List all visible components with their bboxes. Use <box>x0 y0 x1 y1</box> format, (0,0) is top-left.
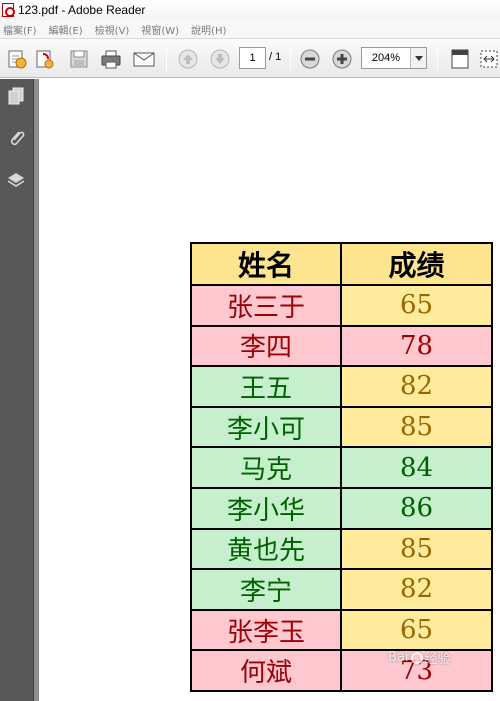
table-row: 李小可 85 <box>190 405 493 449</box>
menu-edit[interactable]: 編輯(E) <box>49 22 83 37</box>
table-row: 李四 78 <box>190 324 493 368</box>
email-icon <box>133 52 155 67</box>
layers-icon <box>7 173 25 187</box>
fit-page-button[interactable] <box>447 46 473 72</box>
print-icon <box>101 50 121 69</box>
header-score: 成绩 <box>340 242 493 286</box>
fit-width-icon <box>480 50 498 68</box>
title-bar: 123.pdf - Adobe Reader <box>0 0 500 20</box>
paperclip-icon <box>10 131 25 146</box>
toolbar-separator <box>290 47 291 71</box>
name-cell: 李小华 <box>190 486 342 530</box>
score-cell: 85 <box>340 405 493 449</box>
arrow-up-icon <box>178 49 198 69</box>
share-button[interactable] <box>32 46 58 72</box>
table-row: 李小华 86 <box>190 486 493 530</box>
score-cell: 78 <box>340 324 493 368</box>
score-cell: 65 <box>340 284 493 327</box>
chevron-down-icon[interactable] <box>410 48 426 68</box>
paw-icon <box>410 651 423 664</box>
navigation-pane <box>0 79 33 701</box>
arrow-down-icon <box>210 49 230 69</box>
toolbar-separator <box>166 47 167 71</box>
create-pdf-button[interactable] <box>4 46 30 72</box>
watermark-text-2: 经验 <box>424 652 451 667</box>
previous-page-button[interactable] <box>175 46 201 72</box>
email-button[interactable] <box>131 46 157 72</box>
pdf-file-icon <box>2 3 15 17</box>
minus-circle-icon <box>300 49 320 69</box>
fit-page-icon <box>451 49 469 69</box>
grades-table: 姓名 成绩 张三于 65 李四 78 王五 82 李小可 85 马克 84 李小… <box>190 242 493 692</box>
table-row: 李宁 82 <box>190 568 493 611</box>
page-total-label: / 1 <box>269 51 282 63</box>
menu-view[interactable]: 檢視(V) <box>95 22 130 37</box>
name-cell: 张三于 <box>190 284 342 327</box>
pages-icon <box>8 87 24 105</box>
print-button[interactable] <box>98 46 124 72</box>
score-cell: 82 <box>340 365 493 408</box>
score-cell: 65 <box>340 608 493 652</box>
table-row: 王五 82 <box>190 365 493 408</box>
next-page-button[interactable] <box>207 46 233 72</box>
layers-panel-button[interactable] <box>5 169 27 191</box>
score-cell: 84 <box>340 446 493 489</box>
window-title: 123.pdf - Adobe Reader <box>18 3 146 17</box>
attachments-panel-button[interactable] <box>5 127 27 149</box>
name-cell: 何斌 <box>190 649 342 692</box>
name-cell: 王五 <box>190 365 342 408</box>
zoom-out-button[interactable] <box>297 46 323 72</box>
pages-panel-button[interactable] <box>5 85 27 107</box>
save-button[interactable] <box>66 46 92 72</box>
menu-file[interactable]: 檔案(F) <box>3 22 37 37</box>
table-header-row: 姓名 成绩 <box>190 242 493 286</box>
zoom-select[interactable]: 204% <box>361 47 427 69</box>
watermark: Bai 经验 <box>388 648 451 667</box>
zoom-value: 204% <box>371 52 401 64</box>
name-cell: 李四 <box>190 324 342 368</box>
toolbar-separator <box>437 47 438 71</box>
table-row: 黄也先 85 <box>190 527 493 571</box>
menu-help[interactable]: 說明(H) <box>191 22 226 37</box>
plus-circle-icon <box>332 49 352 69</box>
zoom-in-button[interactable] <box>329 46 355 72</box>
name-cell: 李宁 <box>190 568 342 611</box>
name-cell: 张李玉 <box>190 608 342 652</box>
table-row: 马克 84 <box>190 446 493 489</box>
table-row: 张李玉 65 <box>190 608 493 652</box>
name-cell: 马克 <box>190 446 342 489</box>
menu-window[interactable]: 視窗(W) <box>141 22 179 37</box>
score-cell: 82 <box>340 568 493 611</box>
score-cell: 85 <box>340 527 493 571</box>
header-name: 姓名 <box>190 242 342 286</box>
save-icon <box>70 50 88 68</box>
name-cell: 黄也先 <box>190 527 342 571</box>
create-pdf-icon <box>8 50 27 69</box>
watermark-text: Bai <box>388 650 409 665</box>
table-row: 张三于 65 <box>190 284 493 327</box>
menu-bar: 檔案(F) 編輯(E) 檢視(V) 視窗(W) 說明(H) <box>0 20 500 39</box>
score-cell: 86 <box>340 486 493 530</box>
name-cell: 李小可 <box>190 405 342 449</box>
page-number-input[interactable]: 1 <box>239 47 266 69</box>
fit-width-button[interactable] <box>476 46 500 72</box>
share-icon <box>36 50 54 69</box>
